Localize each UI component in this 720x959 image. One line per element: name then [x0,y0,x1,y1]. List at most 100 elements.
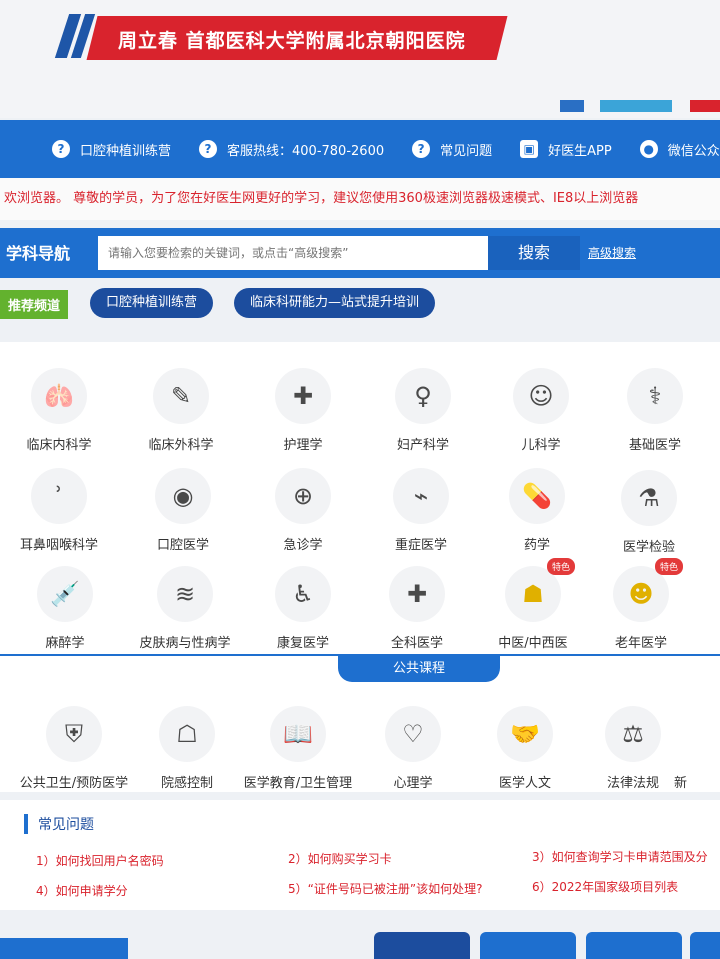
search-row: 学科导航 搜索 高级搜索 [0,228,720,278]
subject-label: 康复医学 [276,636,329,651]
wechat-icon: ● [639,140,658,158]
subject-label: 儿科学 [521,438,561,453]
faq-title: 常见问题 [24,814,94,834]
elderly-icon: ☻ 特色 [613,558,683,622]
subject-label: 老年医学 [614,636,667,651]
subject-label: 口腔医学 [156,538,209,553]
channel-pill-implant[interactable]: 口腔种植训练营 [90,288,214,318]
nav-item-implant-camp[interactable]: ? 口腔种植训练营 [52,140,171,159]
subject-critical-care[interactable]: ⌁ 重症医学 [362,468,480,553]
subject-label: 心理学 [393,776,433,791]
nav-item-label: 常见问题 [440,143,493,159]
subject-lab-medicine[interactable]: ⚗ 医学检验 [590,470,708,555]
stethoscope-icon: ⚕ [627,368,683,424]
subject-surgery[interactable]: ✎ 临床外科学 [122,368,240,453]
subject-geriatrics[interactable]: ☻ 特色 老年医学 [582,558,700,651]
nav-item-faq[interactable]: ? 常见问题 [412,140,492,159]
recommended-channels: 推荐频道 口腔种植训练营 临床科研能力—站式提升培训 [0,288,720,328]
subject-pediatrics[interactable]: ☺ 儿科学 [482,368,600,453]
top-nav-bar: ? 口腔种植训练营 ? 客服热线：400-780-2600 ? 常见问题 ▣ 好… [0,120,720,178]
question-icon: ? [52,140,70,158]
public-public-health[interactable]: ⛨ 公共卫生/预防医学 [8,706,140,791]
handshake-icon: 🤝 [497,706,553,762]
bottom-strip [0,930,720,959]
advanced-search-link[interactable]: 高级搜索 [588,244,636,261]
subject-general-practice[interactable]: ✚ 全科医学 [358,566,476,651]
nav-item-label: 好医生APP [548,143,612,159]
public-new[interactable]: 新 [674,706,720,791]
banner-decoration [690,100,720,112]
subject-anesthesia[interactable]: 💉 麻醉学 [6,566,124,651]
faq-item[interactable]: 2）如何购买学习卡 [288,850,392,867]
subject-label: 妇产科学 [396,438,449,453]
lungs-icon: 🫁 [31,368,87,424]
subject-emergency[interactable]: ⊕ 急诊学 [244,468,362,553]
nav-item-label: 客服热线：400-780-2600 [227,143,385,159]
subject-label: 麻醉学 [45,636,85,651]
bottom-card[interactable] [480,932,576,959]
faq-item[interactable]: 4）如何申请学分 [36,882,128,899]
mask-icon: ☖ [159,706,215,762]
header-banner: 周立春 首都医科大学附属北京朝阳医院 [0,0,720,118]
subject-internal-medicine[interactable]: 🫁 临床内科学 [0,368,118,453]
subject-pharmacy[interactable]: 💊 药学 [478,468,596,553]
subject-label: 全科医学 [390,636,443,651]
lab-flask-icon: ⚗ [621,470,677,526]
faq-item[interactable]: 1）如何找回用户名密码 [36,852,164,869]
search-input[interactable] [98,236,488,270]
subject-label: 药学 [523,538,550,553]
ear-icon: ʾ [31,468,87,524]
subject-stomatology[interactable]: ◉ 口腔医学 [124,468,242,553]
nav-item-wechat[interactable]: ● 微信公众号 [639,140,720,159]
faq-item[interactable]: 5）“证件号码已被注册”该如何处理? [288,880,482,897]
nav-item-hotline[interactable]: ? 客服热线：400-780-2600 [199,140,384,159]
bottom-card[interactable] [374,932,470,959]
nav-item-label: 口腔种植训练营 [80,143,172,159]
subject-dermatology[interactable]: ≋ 皮肤病与性病学 [126,566,244,651]
banner-decoration [600,100,672,112]
subject-label: 耳鼻咽喉科学 [19,538,98,553]
faq-item[interactable]: 3）如何查询学习卡申请范围及分 [532,848,708,865]
subject-label: 医学人文 [498,776,551,791]
subject-ent[interactable]: ʾ 耳鼻咽喉科学 [0,468,118,553]
bottom-card[interactable] [690,932,720,959]
subject-rehabilitation[interactable]: ♿ 康复医学 [244,566,362,651]
pill-icon: 💊 [509,468,565,524]
public-medical-education[interactable]: 📖 医学教育/卫生管理 [234,706,362,791]
syringe-icon: 💉 [37,566,93,622]
browser-notice: 欢浏览器。 尊敬的学员，为了您在好医生网更好的学习，建议您使用360极速浏览器极… [0,178,720,220]
heart-hand-icon: ♡ [385,706,441,762]
bottom-card[interactable] [586,932,682,959]
subject-panel: 🫁 临床内科学 ✎ 临床外科学 ✚ 护理学 ♀ 妇产科学 ☺ 儿科学 ⚕ 基础医… [0,342,720,792]
banner-decoration [560,100,584,112]
mouth-icon: ◉ [155,468,211,524]
subject-nav-label: 学科导航 [6,244,71,263]
baby-face-icon: ☺ [513,368,569,424]
search-button[interactable]: 搜索 [488,236,580,270]
public-psychology[interactable]: ♡ 心理学 [354,706,472,791]
public-humanities[interactable]: 🤝 医学人文 [466,706,584,791]
subject-label: 院感控制 [160,776,213,791]
subject-label: 临床外科学 [148,438,214,453]
question-icon: ? [199,140,218,158]
subject-obstetrics[interactable]: ♀ 妇产科学 [364,368,482,453]
subject-label: 医学检验 [622,540,675,555]
subject-nursing[interactable]: ✚ 护理学 [244,368,362,453]
subject-tcm[interactable]: ☗ 特色 中医/中西医 [474,558,592,651]
question-icon: ? [412,140,431,158]
channel-pill-research[interactable]: 临床科研能力—站式提升培训 [234,288,436,318]
subject-basic-medicine[interactable]: ⚕ 基础医学 [596,368,714,453]
public-infection-control[interactable]: ☖ 院感控制 [128,706,246,791]
mortar-icon: ☗ 特色 [505,558,575,622]
subject-label: 公共卫生/预防医学 [19,776,129,791]
subject-label: 皮肤病与性病学 [139,636,231,651]
faq-item[interactable]: 6）2022年国家级项目列表 [532,878,678,895]
monitor-icon: ⌁ [393,468,449,524]
app-icon: ▣ [520,140,539,158]
walker-icon: ♿ [275,566,331,622]
nav-item-app[interactable]: ▣ 好医生APP [520,140,612,159]
emergency-light-icon: ⊕ [275,468,331,524]
nav-item-label: 微信公众号 [667,143,720,159]
subject-label: 临床内科学 [26,438,92,453]
featured-badge: 特色 [654,558,683,575]
